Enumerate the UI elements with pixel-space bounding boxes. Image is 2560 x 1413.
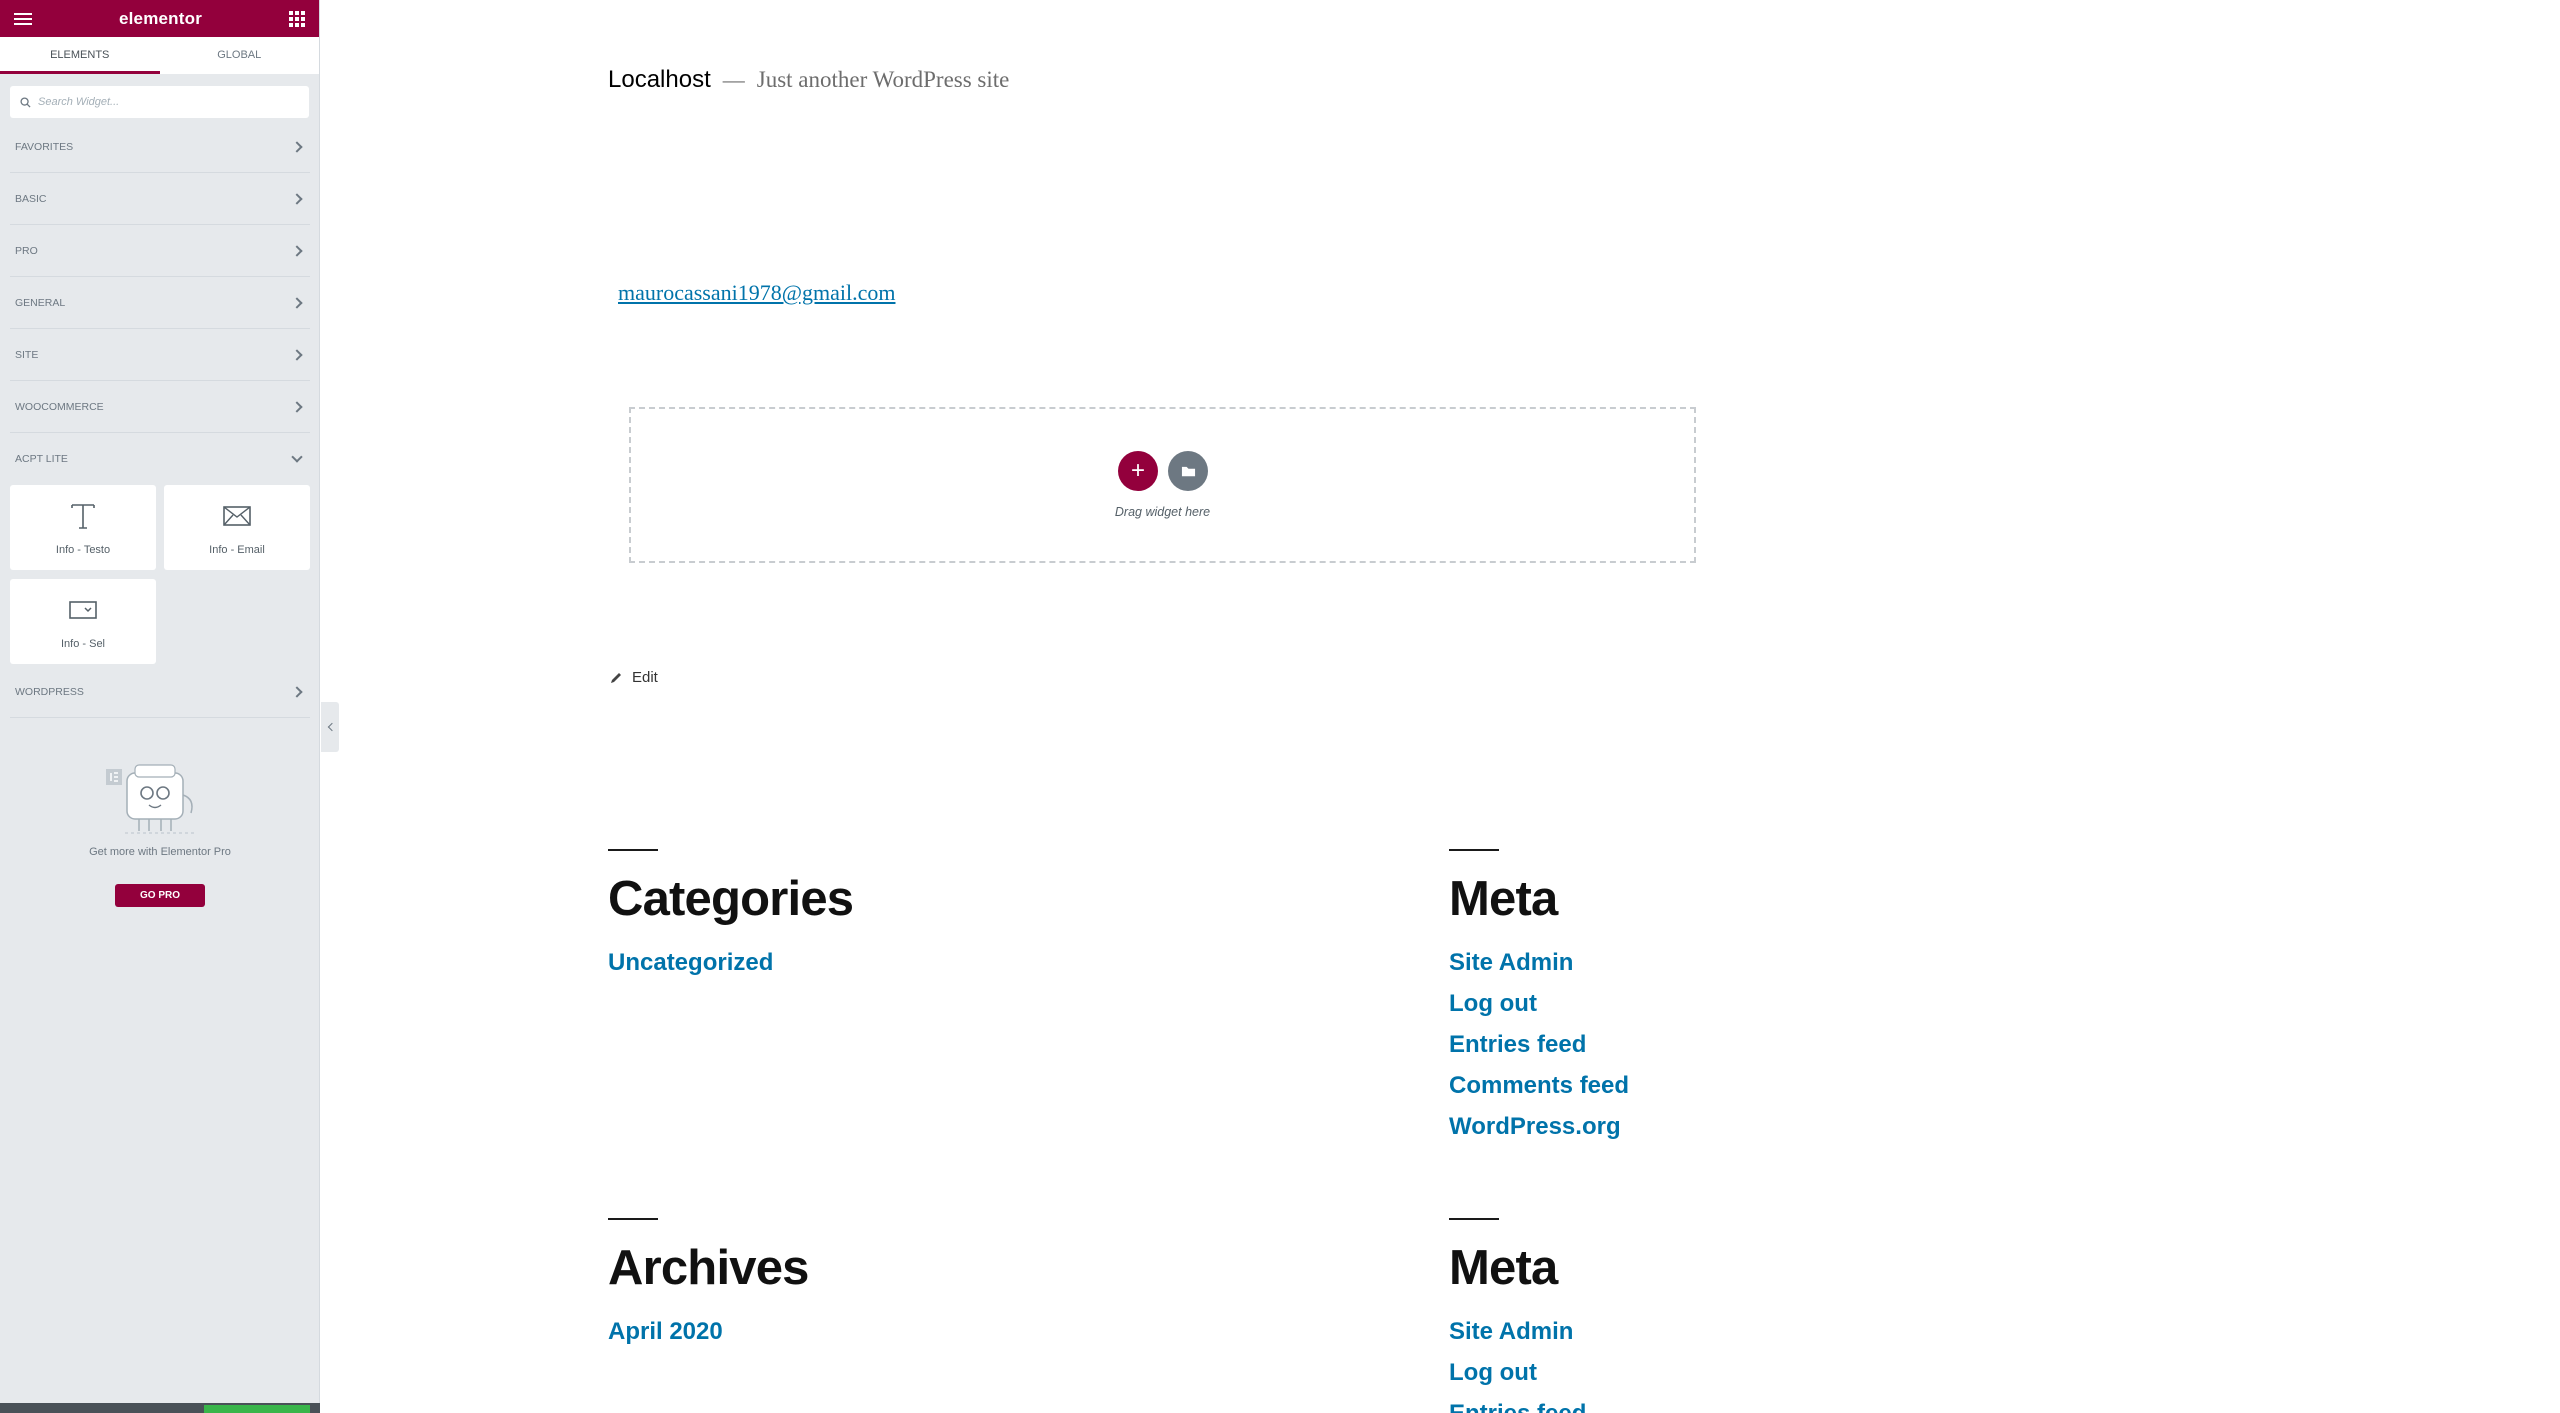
- search-icon: [20, 96, 31, 108]
- update-button[interactable]: [204, 1405, 310, 1413]
- select-icon: [69, 600, 97, 619]
- chevron-right-icon: [291, 140, 303, 153]
- widget-heading: Archives: [608, 1241, 809, 1295]
- category-label: WORDPRESS: [15, 685, 84, 698]
- widget-label: Info - Testo: [55, 543, 111, 556]
- widget-divider: [608, 849, 658, 851]
- category-label: GENERAL: [15, 296, 66, 309]
- category-label: PRO: [15, 244, 38, 257]
- widget-heading: Meta: [1449, 872, 1558, 926]
- category-general[interactable]: GENERAL: [10, 277, 310, 329]
- widget-link[interactable]: WordPress.org: [1449, 1106, 1629, 1147]
- widget-link[interactable]: Uncategorized: [608, 942, 853, 983]
- panel-collapse-toggle[interactable]: [321, 702, 339, 752]
- search-widget-input[interactable]: [38, 96, 298, 108]
- widget-link[interactable]: Comments feed: [1449, 1065, 1629, 1106]
- elementor-robot-icon: [106, 764, 197, 834]
- category-pro[interactable]: PRO: [10, 225, 310, 277]
- widget-label: Info - Email: [209, 543, 265, 556]
- chevron-down-icon: [291, 451, 303, 463]
- category-acpt-lite[interactable]: ACPT LITE: [10, 433, 310, 485]
- text-icon: [71, 503, 95, 529]
- category-site[interactable]: SITE: [10, 329, 310, 381]
- widget-archives: Archives April 2020: [608, 1218, 809, 1352]
- go-pro-button[interactable]: GO PRO: [114, 884, 205, 907]
- chevron-right-icon: [291, 348, 303, 361]
- category-label: ACPT LITE: [15, 453, 68, 465]
- chevron-right-icon: [291, 192, 303, 205]
- elementor-logo: elementor: [118, 8, 203, 28]
- tab-global[interactable]: GLOBAL: [159, 37, 319, 74]
- folder-icon: [1181, 466, 1195, 476]
- widgets-grid-icon[interactable]: [289, 10, 305, 27]
- widget-divider: [608, 1218, 658, 1220]
- widget-link[interactable]: Site Admin: [1449, 942, 1629, 983]
- add-section-button[interactable]: +: [1118, 451, 1158, 491]
- widget-link[interactable]: Entries feed: [1449, 1393, 1586, 1413]
- widget-info-email[interactable]: Info - Email: [164, 485, 310, 570]
- widget-heading: Meta: [1449, 1241, 1558, 1295]
- widget-drop-zone[interactable]: + Drag widget here: [629, 407, 1696, 563]
- category-wordpress[interactable]: WORDPRESS: [10, 666, 310, 718]
- elementor-panel: elementor ELEMENTS GLOBAL FAVORITES BASI…: [0, 0, 320, 1413]
- category-favorites[interactable]: FAVORITES: [10, 121, 310, 173]
- widget-link[interactable]: April 2020: [608, 1311, 809, 1352]
- category-woocommerce[interactable]: WOOCOMMERCE: [10, 381, 310, 433]
- drop-zone-text: Drag widget here: [1114, 505, 1211, 519]
- chevron-right-icon: [291, 296, 303, 309]
- panel-tabs: ELEMENTS GLOBAL: [0, 37, 319, 74]
- tab-elements[interactable]: ELEMENTS: [0, 37, 160, 74]
- widget-label: Info - Sel: [60, 637, 106, 650]
- widget-link[interactable]: Log out: [1449, 1352, 1586, 1393]
- site-header: Localhost — Just another WordPress site: [608, 66, 1009, 94]
- email-link[interactable]: maurocassani1978@gmail.com: [618, 280, 895, 306]
- chevron-right-icon: [291, 400, 303, 413]
- widget-link[interactable]: Log out: [1449, 983, 1629, 1024]
- promo-text: Get more with Elementor Pro: [89, 846, 231, 858]
- pencil-icon: [611, 672, 621, 683]
- widget-link[interactable]: Entries feed: [1449, 1024, 1629, 1065]
- add-template-button[interactable]: [1168, 451, 1208, 491]
- go-pro-promo: Get more with Elementor Pro GO PRO: [10, 755, 310, 907]
- category-label: SITE: [15, 348, 39, 361]
- title-separator: —: [722, 67, 745, 92]
- category-label: FAVORITES: [15, 140, 74, 153]
- site-title-link[interactable]: Localhost: [608, 66, 711, 94]
- category-label: BASIC: [15, 192, 47, 205]
- site-description: Just another WordPress site: [756, 67, 1010, 92]
- edit-link[interactable]: Edit: [609, 669, 658, 686]
- widget-divider: [1449, 849, 1499, 851]
- envelope-icon: [223, 505, 251, 526]
- widget-heading: Categories: [608, 872, 854, 926]
- menu-icon[interactable]: [14, 12, 32, 25]
- chevron-right-icon: [291, 244, 303, 257]
- edit-label: Edit: [632, 669, 658, 686]
- panel-header: elementor: [0, 0, 319, 37]
- search-box[interactable]: [10, 86, 309, 118]
- panel-footer: [0, 1403, 320, 1413]
- chevron-right-icon: [291, 685, 303, 698]
- widget-categories: Categories Uncategorized: [608, 849, 854, 983]
- widget-info-sel[interactable]: Info - Sel: [10, 579, 156, 664]
- widget-link[interactable]: Site Admin: [1449, 1311, 1586, 1352]
- widget-info-testo[interactable]: Info - Testo: [10, 485, 156, 570]
- category-label: WOOCOMMERCE: [15, 400, 104, 413]
- chevron-left-icon: [327, 722, 336, 732]
- widget-divider: [1449, 1218, 1499, 1220]
- widget-meta-2: Meta Site Admin Log out Entries feed: [1449, 1218, 1586, 1413]
- widget-meta: Meta Site Admin Log out Entries feed Com…: [1449, 849, 1629, 1147]
- category-basic[interactable]: BASIC: [10, 173, 310, 225]
- plus-icon: +: [1130, 457, 1145, 484]
